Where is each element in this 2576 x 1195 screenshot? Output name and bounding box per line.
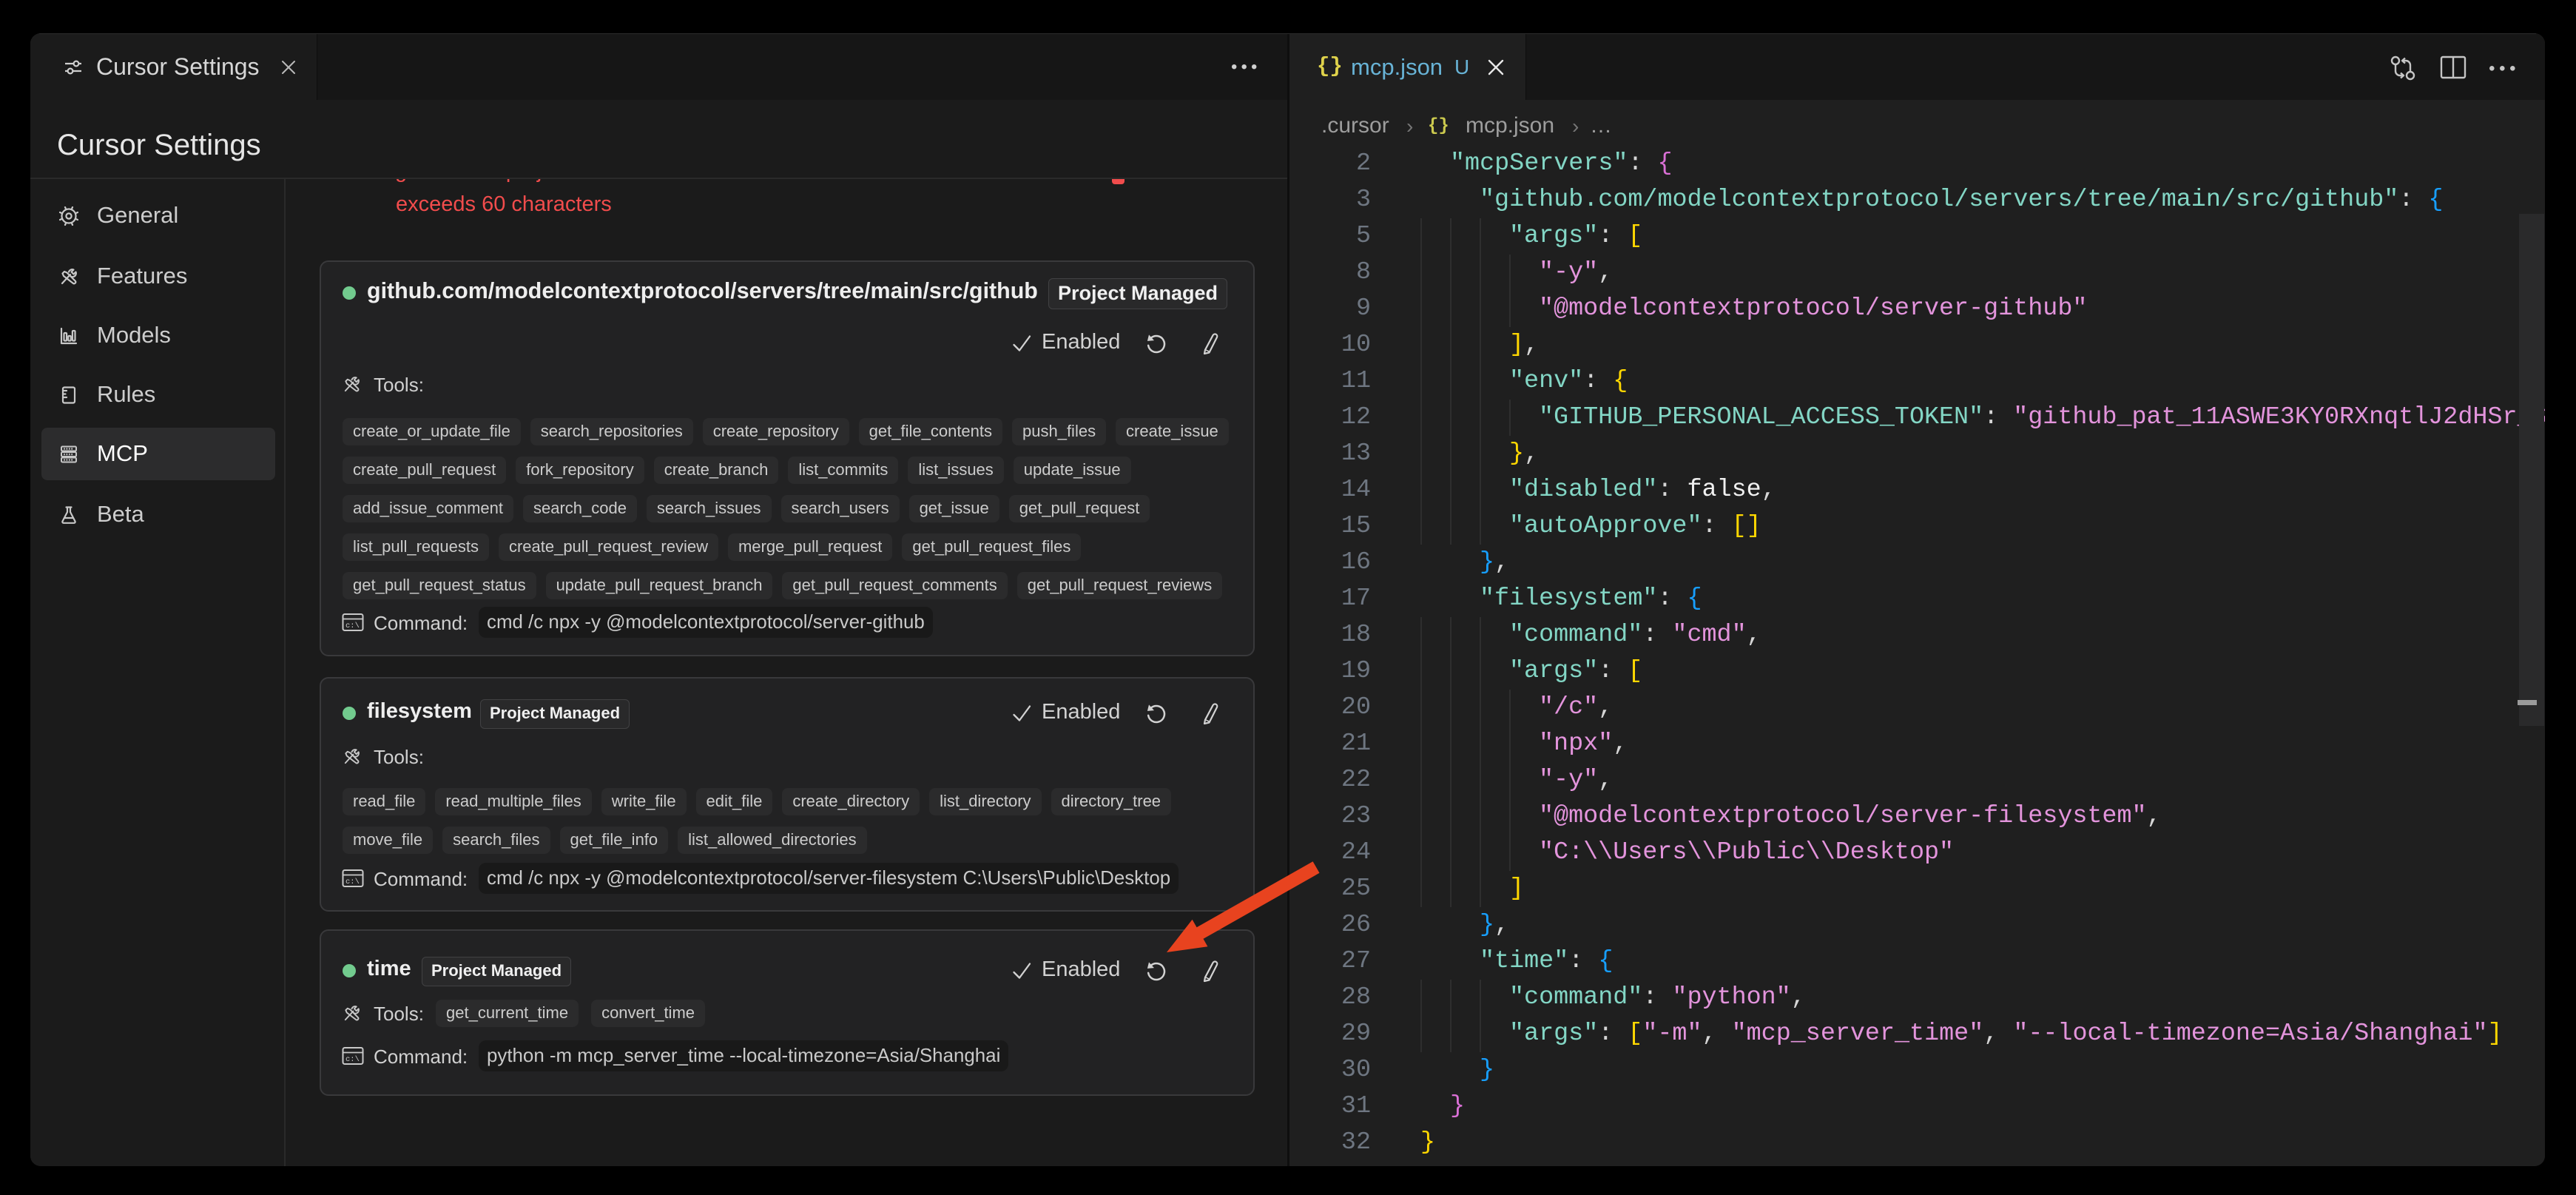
svg-text:c:\: c:\: [345, 622, 360, 630]
svg-text:c:\: c:\: [345, 878, 360, 886]
svg-text:c:\: c:\: [345, 1055, 360, 1064]
